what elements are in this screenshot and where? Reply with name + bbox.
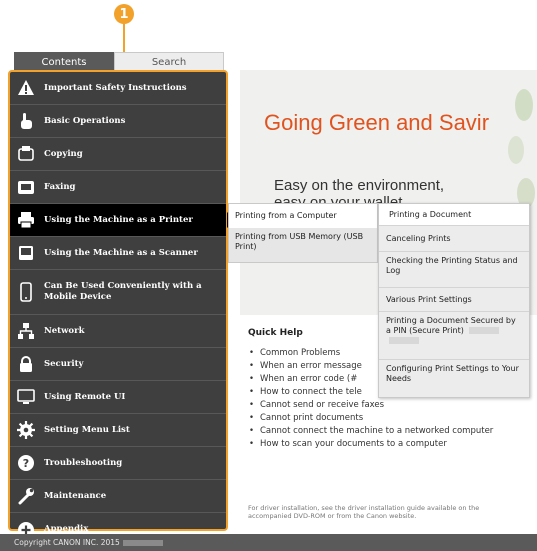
- sidebar-item-mobile[interactable]: Can Be Used Conveniently with a Mobile D…: [10, 270, 226, 315]
- sidebar-item-setting-menu[interactable]: Setting Menu List: [10, 414, 226, 447]
- submenu-item-printing-from-computer[interactable]: Printing from a Computer: [229, 204, 377, 228]
- hero-title: Going Green and Savir: [264, 110, 490, 135]
- redacted-text: [122, 539, 163, 546]
- hand-pointer-icon: [16, 111, 36, 131]
- warning-icon: [16, 78, 36, 98]
- sidebar-item-label: Copying: [44, 148, 83, 159]
- callout-number: 1: [114, 4, 134, 24]
- sidebar-tabs: Contents Search: [14, 52, 226, 72]
- tab-contents[interactable]: Contents: [14, 52, 114, 72]
- sidebar-item-label: Faxing: [44, 181, 76, 192]
- redacted-text: [389, 337, 419, 344]
- sidebar-item-safety[interactable]: Important Safety Instructions: [10, 72, 226, 105]
- quick-help-link[interactable]: How to scan your documents to a computer: [248, 438, 528, 451]
- quick-help-link[interactable]: Cannot print documents: [248, 412, 528, 425]
- driver-note: For driver installation, see the driver …: [248, 504, 480, 520]
- sidebar-item-basic-operations[interactable]: Basic Operations: [10, 105, 226, 138]
- sidebar-item-label: Setting Menu List: [44, 424, 130, 435]
- printer-submenu: Printing from a Computer Printing from U…: [228, 203, 378, 263]
- copyright-text: Copyright CANON INC. 2015: [14, 538, 120, 547]
- fax-icon: [16, 177, 36, 197]
- sidebar-item-security[interactable]: Security: [10, 348, 226, 381]
- sidebar-item-faxing[interactable]: Faxing: [10, 171, 226, 204]
- sidebar-item-network[interactable]: Network: [10, 315, 226, 348]
- sidebar-item-label: Security: [44, 358, 84, 369]
- mobile-device-icon: [16, 282, 36, 302]
- sidebar-item-label: Basic Operations: [44, 115, 126, 126]
- sidebar-item-label: Troubleshooting: [44, 457, 123, 468]
- quick-help-link[interactable]: Cannot connect the machine to a networke…: [248, 425, 528, 438]
- monitor-icon: [16, 387, 36, 407]
- redacted-text: [469, 327, 500, 334]
- submenu-item-canceling-prints[interactable]: Canceling Prints: [379, 226, 529, 252]
- question-icon: ?: [16, 453, 36, 473]
- sidebar-item-maintenance[interactable]: Maintenance: [10, 480, 226, 513]
- quick-help-title: Quick Help: [248, 328, 303, 338]
- sidebar-item-scanner[interactable]: Using the Machine as a Scanner: [10, 237, 226, 270]
- network-icon: [16, 321, 36, 341]
- sidebar-item-label: Using the Machine as a Scanner: [44, 247, 198, 258]
- hero-subtitle-line: Easy on the environment,: [274, 177, 445, 194]
- sidebar-item-label: Maintenance: [44, 490, 107, 501]
- sidebar-item-label: Can Be Used Conveniently with a Mobile D…: [44, 281, 202, 302]
- printing-from-computer-submenu: Printing a Document Canceling Prints Che…: [378, 203, 530, 398]
- submenu-item-printing-document[interactable]: Printing a Document: [379, 204, 529, 226]
- lock-icon: [16, 354, 36, 374]
- gear-icon: [16, 420, 36, 440]
- sidebar-item-label: Using the Machine as a Printer: [44, 214, 193, 225]
- sidebar-item-printer[interactable]: Using the Machine as a Printer: [10, 204, 235, 237]
- wrench-icon: [16, 486, 36, 506]
- submenu-item-configuring-settings[interactable]: Configuring Print Settings to Your Needs: [379, 360, 529, 396]
- submenu-item-secure-print[interactable]: Printing a Document Secured by a PIN (Se…: [379, 312, 529, 360]
- submenu-item-usb-print[interactable]: Printing from USB Memory (USB Print): [229, 228, 377, 262]
- quick-help-link[interactable]: Cannot send or receive faxes: [248, 399, 528, 412]
- contents-sidebar: Important Safety Instructions Basic Oper…: [8, 70, 235, 538]
- footer-bar: Copyright CANON INC. 2015: [0, 534, 537, 551]
- submenu-item-checking-status[interactable]: Checking the Printing Status and Log: [379, 252, 529, 288]
- sidebar-item-label: Important Safety Instructions: [44, 82, 187, 93]
- printer-icon: [16, 210, 36, 230]
- sidebar-item-remote-ui[interactable]: Using Remote UI: [10, 381, 226, 414]
- submenu-item-various-settings[interactable]: Various Print Settings: [379, 288, 529, 312]
- sidebar-item-label: Using Remote UI: [44, 391, 126, 402]
- tab-search[interactable]: Search: [114, 52, 224, 72]
- sidebar-item-copying[interactable]: Copying: [10, 138, 226, 171]
- sidebar-item-troubleshooting[interactable]: ? Troubleshooting: [10, 447, 226, 480]
- copy-icon: [16, 144, 36, 164]
- scanner-icon: [16, 243, 36, 263]
- svg-text:?: ?: [23, 457, 29, 470]
- sidebar-item-label: Network: [44, 325, 85, 336]
